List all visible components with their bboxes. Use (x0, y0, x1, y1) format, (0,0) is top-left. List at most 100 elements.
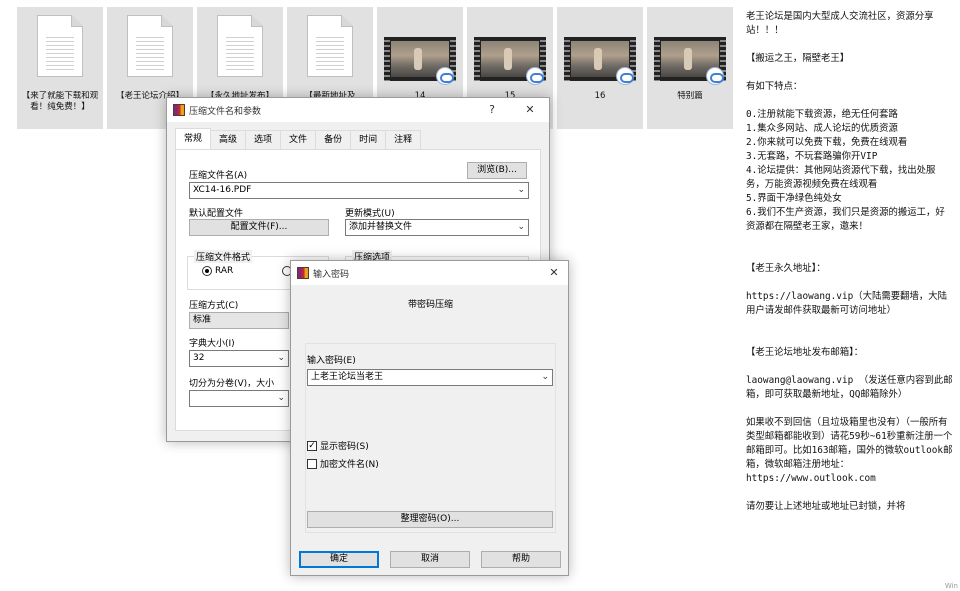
compression-method-value: 标准 (193, 315, 212, 325)
show-password-checkbox[interactable]: ✓ 显示密码(S) (307, 439, 369, 452)
text-paragraph: 0.注册就能下载资源，绝无任何套路 1.集众多网站、成人论坛的优质资源 2.你来… (746, 109, 945, 232)
password-dialog-heading: 带密码压缩 (407, 300, 453, 310)
file-item[interactable]: 16 (557, 7, 643, 129)
help-button[interactable]: 帮助 (481, 551, 561, 568)
text-gap (746, 402, 954, 416)
split-volumes-label: 切分为分卷(V)，大小 (189, 379, 275, 389)
text-paragraph: laowang@laowang.vip （发送任意内容到此邮箱，即可获取最新地址… (746, 375, 953, 400)
cloud-sync-icon (616, 67, 634, 85)
chevron-down-icon[interactable]: ⌄ (277, 391, 285, 406)
file-name: 【来了就能下载和观看！纯免费！】 (21, 91, 99, 112)
cloud-sync-icon (706, 67, 724, 85)
chevron-down-icon[interactable]: ⌄ (541, 370, 549, 385)
checkbox-icon: ✓ (307, 440, 317, 451)
update-mode-select[interactable]: 添加并替换文件 ⌄ (345, 219, 529, 236)
document-icon (307, 15, 353, 77)
video-thumbnail-icon (654, 37, 726, 85)
close-icon[interactable]: ✕ (541, 264, 567, 282)
text-gap (746, 38, 954, 52)
archive-format-group-title: 压缩文件格式 (194, 250, 253, 263)
text-paragraph: 有如下特点： (746, 81, 803, 92)
dictionary-size-select[interactable]: 32 ⌄ (189, 350, 289, 367)
dictionary-size-value: 32 (193, 353, 205, 363)
password-value: 上老王论坛当老王 (311, 372, 384, 382)
text-gap (746, 66, 954, 80)
dictionary-size-label: 字典大小(I) (189, 339, 235, 349)
archive-dialog-title: 压缩文件名和参数 (189, 107, 262, 117)
chevron-down-icon[interactable]: ⌄ (277, 351, 285, 366)
winrar-app-icon (297, 267, 309, 279)
text-preview-pane: 老王论坛是国内大型成人交流社区，资源分享站！！！ 【搬运之王，隔壁老王】 有如下特点… (737, 0, 960, 591)
chevron-down-icon[interactable]: ⌄ (517, 183, 525, 198)
tab-2[interactable]: 高级 (210, 130, 247, 149)
archive-name-label: 压缩文件名(A) (189, 171, 248, 181)
password-dialog: 输入密码 ✕ 带密码压缩 输入密码(E) 上老王论坛当老王 ⌄ ✓ 显示密码(S… (290, 260, 569, 576)
help-icon[interactable]: ? (479, 101, 505, 119)
text-gap (746, 94, 954, 108)
compression-method-select[interactable]: 标准 (189, 312, 289, 329)
cloud-sync-icon (436, 67, 454, 85)
document-icon (37, 15, 83, 77)
text-paragraph: 【老王永久地址】： (746, 263, 826, 274)
organize-passwords-button[interactable]: 整理密码(O)... (307, 511, 553, 528)
close-icon[interactable]: ✕ (517, 101, 543, 119)
archive-dialog-titlebar[interactable]: 压缩文件名和参数 ? ✕ (167, 98, 549, 122)
encrypt-filenames-label: 加密文件名(N) (320, 460, 379, 470)
chevron-down-icon[interactable]: ⌄ (517, 220, 525, 235)
radio-selected-icon (202, 266, 212, 276)
cloud-sync-icon (526, 67, 544, 85)
text-gap (746, 318, 954, 332)
update-mode-label: 更新模式(U) (345, 209, 395, 219)
document-icon (217, 15, 263, 77)
archive-name-input[interactable]: XC14-16.PDF ⌄ (189, 182, 529, 199)
ok-button[interactable]: 确定 (299, 551, 379, 568)
checkbox-icon (307, 458, 317, 469)
winrar-app-icon (173, 104, 185, 116)
tab-7[interactable]: 注释 (385, 130, 422, 149)
text-preview-content: 老王论坛是国内大型成人交流社区，资源分享站！！！ 【搬运之王，隔壁老王】 有如下特点… (746, 10, 954, 514)
text-paragraph: 如果收不到回信（且垃圾箱里也没有）（一般所有类型邮箱都能收到）请花59秒~61秒… (746, 417, 953, 484)
tab-1[interactable]: 常规 (175, 128, 212, 149)
video-thumbnail-icon (384, 37, 456, 85)
encrypt-filenames-checkbox[interactable]: 加密文件名(N) (307, 457, 379, 470)
split-volumes-select[interactable]: ⌄ (189, 390, 289, 407)
default-profile-label: 默认配置文件 (189, 209, 244, 219)
archive-name-value: XC14-16.PDF (193, 185, 252, 195)
file-item[interactable]: 特别篇 (647, 7, 733, 129)
password-dialog-title: 输入密码 (313, 270, 350, 280)
archive-dialog-tabs: 常规 高级 选项 文件 备份 时间 注释 (175, 128, 422, 149)
password-dialog-titlebar[interactable]: 输入密码 ✕ (291, 261, 568, 285)
file-item[interactable]: 【来了就能下载和观看！纯免费！】 (17, 7, 103, 129)
update-mode-value: 添加并替换文件 (349, 222, 413, 232)
format-rar-radio[interactable]: RAR (202, 266, 233, 276)
password-input[interactable]: 上老王论坛当老王 ⌄ (307, 369, 553, 386)
text-paragraph: 【搬运之王，隔壁老王】 (746, 53, 850, 64)
text-gap (746, 276, 954, 290)
password-label: 输入密码(E) (307, 356, 356, 366)
text-gap (746, 234, 954, 248)
text-gap (746, 360, 954, 374)
browse-button[interactable]: 浏览(B)... (467, 162, 527, 179)
text-gap (746, 248, 954, 262)
profiles-button[interactable]: 配置文件(F)... (189, 219, 329, 236)
format-rar-label: RAR (215, 266, 234, 276)
document-icon (127, 15, 173, 77)
text-paragraph: https://laowang.vip（大陆需要翻墙，大陆用户请发邮件获取最新可… (746, 291, 947, 316)
show-password-label: 显示密码(S) (320, 442, 369, 452)
text-gap (746, 486, 954, 500)
file-name: 16 (594, 91, 606, 101)
text-paragraph: 请勿要让上述地址或地址已封锁，并将 (746, 501, 906, 512)
tab-3[interactable]: 选项 (245, 130, 282, 149)
tab-6[interactable]: 时间 (350, 130, 387, 149)
cancel-button[interactable]: 取消 (390, 551, 470, 568)
tab-4[interactable]: 文件 (280, 130, 317, 149)
text-paragraph: 【老王论坛地址发布邮箱】： (746, 347, 864, 358)
text-gap (746, 332, 954, 346)
text-paragraph: 老王论坛是国内大型成人交流社区，资源分享站！！！ (746, 11, 934, 36)
tab-5[interactable]: 备份 (315, 130, 352, 149)
compression-method-label: 压缩方式(C) (189, 301, 239, 311)
video-thumbnail-icon (564, 37, 636, 85)
video-thumbnail-icon (474, 37, 546, 85)
file-name: 特别篇 (677, 91, 703, 101)
status-corner-text: Win (944, 582, 958, 590)
